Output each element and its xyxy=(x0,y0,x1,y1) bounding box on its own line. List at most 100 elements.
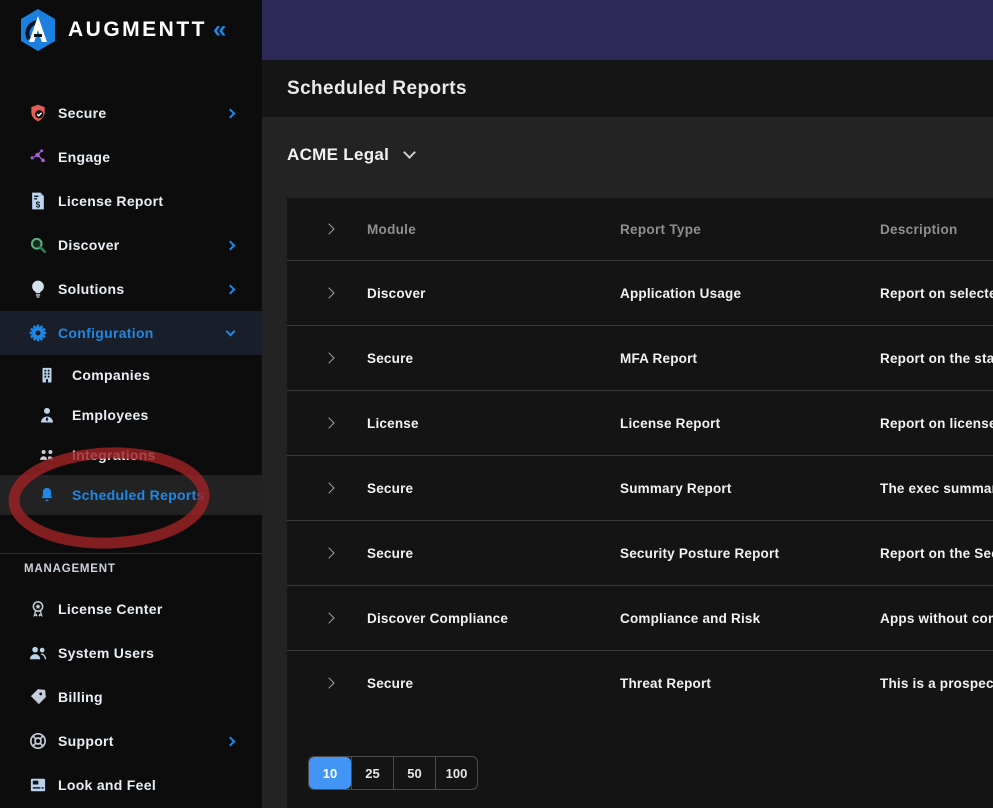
page-size-option-10[interactable]: 10 xyxy=(309,757,351,789)
sidebar-item-solutions[interactable]: Solutions xyxy=(0,267,262,311)
sidebar-item-system-users[interactable]: System Users xyxy=(0,631,262,675)
table-row[interactable]: Secure MFA Report Report on the statu xyxy=(287,325,993,390)
cell-module: Secure xyxy=(367,351,620,366)
integrations-icon xyxy=(38,446,56,464)
page-size-option-50[interactable]: 50 xyxy=(393,757,435,789)
sidebar-item-look-and-feel[interactable]: Look and Feel xyxy=(0,763,262,807)
row-expand-icon[interactable] xyxy=(323,287,334,298)
table-header-row: Module Report Type Description xyxy=(287,198,993,260)
row-expand-icon[interactable] xyxy=(323,417,334,428)
sidebar-nav: Secure Engage $ License Report Discover xyxy=(0,91,262,807)
chevron-down-icon xyxy=(226,327,236,337)
cell-description: This is a prospectin xyxy=(880,676,993,691)
sidebar-item-label: Support xyxy=(58,733,114,749)
table-row[interactable]: License License Report Report on license… xyxy=(287,390,993,455)
building-icon xyxy=(38,366,56,384)
page-title: Scheduled Reports xyxy=(287,78,467,100)
table-row[interactable]: Secure Security Posture Report Report on… xyxy=(287,520,993,585)
sidebar-item-license-center[interactable]: License Center xyxy=(0,587,262,631)
table-row[interactable]: Secure Summary Report The exec summary xyxy=(287,455,993,520)
page-header: Scheduled Reports xyxy=(262,60,993,117)
sidebar-item-integrations[interactable]: Integrations xyxy=(0,435,262,475)
sidebar-divider xyxy=(0,553,262,554)
sidebar-item-label: Discover xyxy=(58,237,120,253)
sidebar-item-label: Employees xyxy=(72,407,149,423)
cell-report-type: Summary Report xyxy=(620,481,880,496)
top-app-bar xyxy=(262,0,993,60)
cell-module: Discover xyxy=(367,286,620,301)
sidebar-item-secure[interactable]: Secure xyxy=(0,91,262,135)
award-icon xyxy=(28,599,48,619)
row-expand-icon[interactable] xyxy=(323,677,334,688)
chevron-right-icon xyxy=(226,108,236,118)
sidebar-item-configuration[interactable]: Configuration xyxy=(0,311,262,355)
cell-report-type: MFA Report xyxy=(620,351,880,366)
table-row[interactable]: Secure Threat Report This is a prospecti… xyxy=(287,650,993,715)
company-selector-value: ACME Legal xyxy=(287,145,389,165)
column-header-module: Module xyxy=(367,222,620,237)
page-size-selector: 10 25 50 100 xyxy=(308,756,478,790)
chevron-right-icon xyxy=(226,736,236,746)
sidebar-item-label: System Users xyxy=(58,645,154,661)
sidebar-item-label: Engage xyxy=(58,149,110,165)
users-icon xyxy=(28,643,48,663)
cell-module: Discover Compliance xyxy=(367,611,620,626)
row-expand-icon[interactable] xyxy=(323,612,334,623)
brand-logo: AUGMENTT « xyxy=(0,0,262,60)
sidebar-item-license-report[interactable]: $ License Report xyxy=(0,179,262,223)
sidebar-item-employees[interactable]: Employees xyxy=(0,395,262,435)
sidebar-item-engage[interactable]: Engage xyxy=(0,135,262,179)
table-row[interactable]: Discover Compliance Compliance and Risk … xyxy=(287,585,993,650)
row-expand-icon[interactable] xyxy=(323,352,334,363)
sidebar-item-label: Look and Feel xyxy=(58,777,156,793)
table-row[interactable]: Discover Application Usage Report on sel… xyxy=(287,260,993,325)
sidebar-item-label: Integrations xyxy=(72,447,156,463)
chevron-right-icon xyxy=(226,284,236,294)
sidebar-item-discover[interactable]: Discover xyxy=(0,223,262,267)
content-area: ACME Legal Module Report Type Descriptio… xyxy=(262,117,993,808)
page-size-option-100[interactable]: 100 xyxy=(435,757,477,789)
column-header-description: Description xyxy=(880,222,993,237)
cell-module: Secure xyxy=(367,546,620,561)
page-size-option-25[interactable]: 25 xyxy=(351,757,393,789)
lifebuoy-icon xyxy=(28,731,48,751)
cell-description: The exec summary xyxy=(880,481,993,496)
cell-report-type: Compliance and Risk xyxy=(620,611,880,626)
sidebar-item-label: Companies xyxy=(72,367,150,383)
cell-description: Report on the statu xyxy=(880,351,993,366)
share-network-icon xyxy=(28,147,48,167)
cell-report-type: License Report xyxy=(620,416,880,431)
row-expand-icon[interactable] xyxy=(323,223,334,234)
sidebar: AUGMENTT « Secure Engage $ License Repor… xyxy=(0,0,262,808)
scheduled-reports-table: Module Report Type Description Discover … xyxy=(287,198,993,808)
sidebar-item-support[interactable]: Support xyxy=(0,719,262,763)
management-section-label: MANAGEMENT xyxy=(24,563,262,575)
sidebar-item-billing[interactable]: Billing xyxy=(0,675,262,719)
main-area: Scheduled Reports ACME Legal Module Repo… xyxy=(262,0,993,808)
chevron-right-icon xyxy=(226,240,236,250)
company-selector[interactable]: ACME Legal xyxy=(287,117,993,167)
cell-description: Report on selected xyxy=(880,286,993,301)
sidebar-collapse-icon[interactable]: « xyxy=(213,18,226,42)
augmentt-logo-icon xyxy=(18,8,58,52)
bell-icon xyxy=(38,486,56,504)
sidebar-item-label: Scheduled Reports xyxy=(72,487,205,503)
cell-module: Secure xyxy=(367,481,620,496)
cell-report-type: Application Usage xyxy=(620,286,880,301)
row-expand-icon[interactable] xyxy=(323,547,334,558)
cell-description: Report on the Secu xyxy=(880,546,993,561)
sidebar-item-companies[interactable]: Companies xyxy=(0,355,262,395)
sidebar-item-scheduled-reports[interactable]: Scheduled Reports xyxy=(0,475,262,515)
cell-module: Secure xyxy=(367,676,620,691)
window-picture-icon xyxy=(28,775,48,795)
document-dollar-icon: $ xyxy=(28,191,48,211)
shield-check-icon xyxy=(28,103,48,123)
cell-report-type: Threat Report xyxy=(620,676,880,691)
gear-icon xyxy=(28,323,48,343)
svg-text:$: $ xyxy=(36,199,41,209)
sidebar-item-label: Solutions xyxy=(58,281,124,297)
row-expand-icon[interactable] xyxy=(323,482,334,493)
brand-wordmark: AUGMENTT xyxy=(68,18,207,42)
cell-description: Report on license u xyxy=(880,416,993,431)
cell-module: License xyxy=(367,416,620,431)
